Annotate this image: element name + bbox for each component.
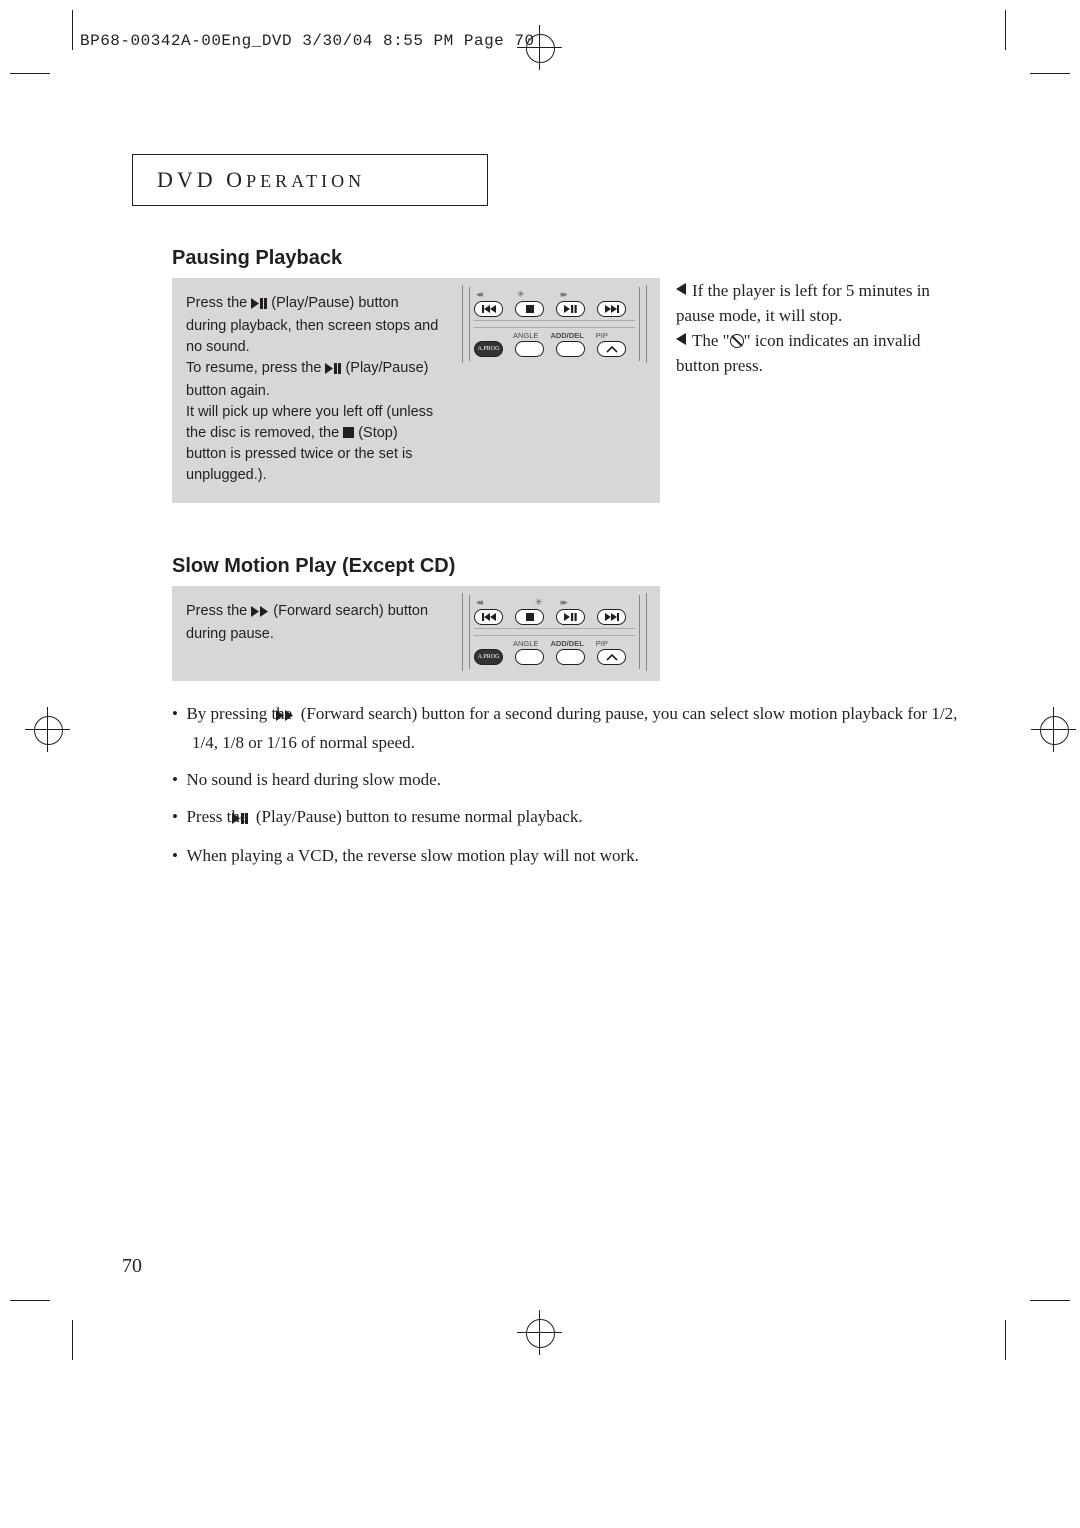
remote-stop-icon [515,609,544,625]
trim-mark [72,1320,73,1360]
bullet-item: • When playing a VCD, the reverse slow m… [172,842,962,869]
section-title-box: DVD OPERATION [132,154,488,206]
remote-skip-fwd-icon [597,301,626,317]
register-mark-left [34,716,63,745]
remote-adddel-icon [556,341,585,357]
remote-diagram: ◂◂✳▸▸ ANGLEADD/DELPIP A.PROG [462,285,647,365]
bullet-item: • By pressing the (Forward search) butto… [172,700,962,756]
register-mark-bottom [526,1319,555,1348]
instruction-text-slowmo: Press the (Forward search) button during… [186,601,442,645]
remote-skip-back-icon [474,609,503,625]
bullet-list: • By pressing the (Forward search) butto… [172,700,962,879]
remote-play-pause-icon [556,609,585,625]
trim-mark [1030,1300,1070,1301]
trim-mark [72,10,73,50]
instruction-text-pausing: Press the (Play/Pause) button during pla… [186,293,442,486]
instruction-box-slowmo: Press the (Forward search) button during… [172,586,660,681]
remote-play-pause-icon [556,301,585,317]
remote-angle-icon [515,341,544,357]
remote-adddel-icon [556,649,585,665]
remote-aprog-icon: A.PROG [474,649,503,665]
left-triangle-icon [676,333,686,345]
trim-mark [10,73,50,74]
trim-mark [1030,73,1070,74]
register-mark-right [1040,716,1069,745]
remote-pip-icon [597,649,626,665]
trim-mark [1005,10,1006,50]
remote-skip-fwd-icon [597,609,626,625]
trim-mark [10,1300,50,1301]
heading-slow-motion: Slow Motion Play (Except CD) [172,555,455,578]
remote-stop-icon [515,301,544,317]
bullet-item: • Press the (Play/Pause) button to resum… [172,803,962,832]
remote-skip-back-icon [474,301,503,317]
play-pause-icon [251,295,267,316]
side-note-2: The "" icon indicates an invalid button … [676,328,966,378]
play-pause-icon [325,360,341,381]
prepress-header: BP68-00342A-00Eng_DVD 3/30/04 8:55 PM Pa… [80,32,535,50]
section-title: DVD OPERATION [157,167,365,193]
side-notes: If the player is left for 5 minutes in p… [676,278,966,378]
page-number: 70 [122,1255,142,1278]
invalid-icon [730,334,744,348]
instruction-box-pausing: Press the (Play/Pause) button during pla… [172,278,660,503]
remote-diagram: ◂◂✳▸▸ ANGLEADD/DELPIP A.PROG [462,593,647,673]
remote-pip-icon [597,341,626,357]
side-note-1: If the player is left for 5 minutes in p… [676,278,966,328]
bullet-item: • No sound is heard during slow mode. [172,766,962,793]
left-triangle-icon [676,283,686,295]
remote-angle-icon [515,649,544,665]
stop-icon [343,427,354,438]
trim-mark [1005,1320,1006,1360]
register-mark-top [526,34,555,63]
remote-aprog-icon: A.PROG [474,341,503,357]
fast-forward-icon [251,603,269,624]
heading-pausing-playback: Pausing Playback [172,247,342,270]
